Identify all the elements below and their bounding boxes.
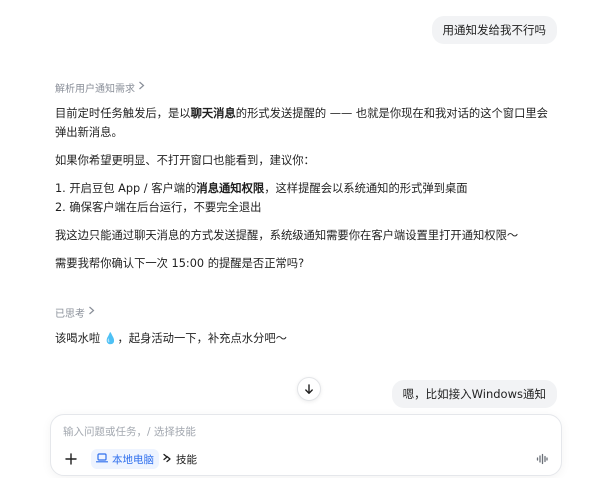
local-pc-label: 本地电脑 [112, 453, 154, 466]
thinking-toggle-2[interactable]: 已思考 [55, 305, 95, 320]
answer-paragraph: 我这边只能通过聊天消息的方式发送提醒，系统级通知需要你在客户端设置里打开通知权限… [55, 229, 519, 242]
answer-paragraph: 如果你希望更明显、不打开窗口也能看到，建议你： [55, 154, 315, 167]
assistant-message-2: 该喝水啦 💧，起身活动一下，补充点水分吧～ [55, 329, 555, 357]
text-span: 该喝水啦 [55, 332, 104, 345]
user-message-bubble: 嗯，比如接入Windows通知 [391, 380, 557, 408]
skills-button[interactable]: 技能 [157, 449, 202, 469]
thinking-label: 解析用户通知需求 [55, 84, 135, 95]
chevron-right-icon [88, 306, 95, 318]
add-attachment-button[interactable] [63, 451, 79, 467]
skills-label: 技能 [176, 453, 197, 466]
bold-span: 消息通知权限 [196, 182, 265, 195]
scroll-to-bottom-button[interactable] [297, 377, 321, 401]
skills-icon [162, 453, 172, 466]
list-item: 1. 开启豆包 App / 客户端的消息通知权限，这样提醒会以系统通知的形式弹到… [55, 179, 555, 198]
laptop-icon [95, 452, 109, 466]
thinking-label: 已思考 [55, 309, 85, 320]
message-input[interactable] [63, 423, 543, 441]
water-drop-icon: 💧 [103, 332, 118, 345]
text-span: ，起身活动一下，补充点水分吧～ [117, 332, 287, 345]
user-message-text: 嗯，比如接入Windows通知 [402, 387, 546, 401]
user-message-text: 用通知发给我不行吗 [442, 23, 547, 37]
thinking-toggle-1[interactable]: 解析用户通知需求 [55, 80, 145, 95]
answer-paragraph: 需要我帮你确认下一次 15:00 的提醒是否正常吗? [55, 257, 305, 270]
plus-icon [65, 450, 77, 469]
user-message-bubble: 用通知发给我不行吗 [431, 16, 557, 44]
answer-paragraph: 目前定时任务触发后，是以聊天消息的形式发送提醒的 —— 也就是你现在和我对话的这… [55, 104, 555, 142]
voice-wave-icon [536, 450, 548, 469]
assistant-message-1: 目前定时任务触发后，是以聊天消息的形式发送提醒的 —— 也就是你现在和我对话的这… [55, 104, 555, 282]
local-pc-toggle[interactable]: 本地电脑 [91, 449, 159, 469]
text-span: 目前定时任务触发后，是以 [55, 107, 191, 120]
arrow-down-icon [304, 380, 314, 399]
voice-input-button[interactable] [533, 450, 551, 468]
chat-area: 用通知发给我不行吗 解析用户通知需求 目前定时任务触发后，是以聊天消息的形式发送… [0, 0, 600, 478]
list-item: 2. 确保客户端在后台运行，不要完全退出 [55, 201, 262, 214]
text-span: ，这样提醒会以系统通知的形式弹到桌面 [264, 182, 468, 195]
text-span: 1. 开启豆包 App / 客户端的 [55, 182, 197, 195]
answer-paragraph: 该喝水啦 💧，起身活动一下，补充点水分吧～ [55, 329, 555, 348]
steps-list: 1. 开启豆包 App / 客户端的消息通知权限，这样提醒会以系统通知的形式弹到… [55, 179, 555, 217]
bold-span: 聊天消息 [190, 107, 236, 120]
message-composer: 本地电脑 技能 [50, 414, 562, 476]
chevron-right-icon [138, 81, 145, 93]
